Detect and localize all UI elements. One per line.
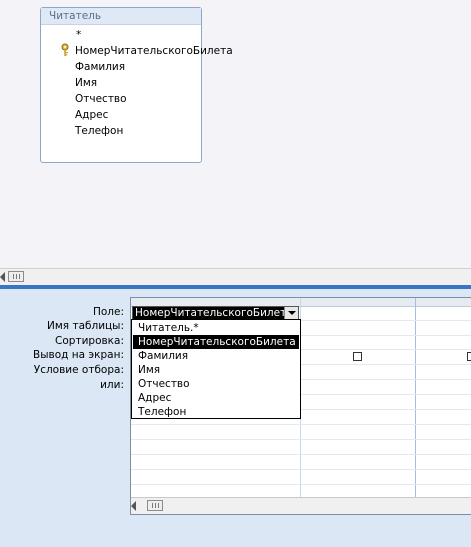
field-item-adres[interactable]: Адрес — [75, 107, 108, 123]
scroll-thumb[interactable] — [147, 500, 163, 511]
scroll-left-arrow-icon[interactable] — [0, 272, 5, 282]
field-item-familiya[interactable]: Фамилия — [75, 59, 125, 75]
scroll-thumb[interactable] — [8, 271, 24, 282]
table-field-list-chitatel[interactable]: Читатель * НомерЧитательскогоБилета Фами… — [40, 7, 233, 163]
row-label-sort: Сортировка: — [55, 335, 124, 347]
row-label-field: Поле: — [92, 306, 124, 318]
scroll-left-arrow-icon[interactable] — [131, 501, 136, 511]
dropdown-option[interactable]: Читатель.* — [133, 321, 299, 335]
grid-horizontal-scrollbar[interactable] — [131, 497, 471, 514]
field-item-nomer-chitatelskogo-bileta[interactable]: НомерЧитательскогоБилета — [75, 43, 233, 59]
show-checkbox-col2[interactable] — [353, 352, 362, 361]
dropdown-option[interactable]: Фамилия — [133, 349, 299, 363]
column-divider — [415, 298, 416, 498]
row-label-criteria: Условие отбора: — [33, 364, 124, 376]
field-combobox-value: НомерЧитательскогоБилета — [135, 307, 293, 319]
query-design-pane: Читатель * НомерЧитательскогоБилета Фами… — [0, 0, 471, 268]
field-item-all[interactable]: * — [76, 27, 81, 43]
table-title[interactable]: Читатель — [41, 8, 201, 25]
field-combobox[interactable]: НомерЧитательскогоБилета — [132, 306, 299, 320]
show-checkbox-col3[interactable] — [467, 352, 471, 361]
field-dropdown-list[interactable]: Читатель.* НомерЧитательскогоБилета Фами… — [131, 319, 301, 419]
top-horizontal-scrollbar[interactable] — [0, 268, 471, 285]
row-label-show: Вывод на экран: — [33, 349, 124, 361]
dropdown-option[interactable]: Адрес — [133, 391, 299, 405]
key-icon — [61, 43, 69, 56]
field-item-otchestvo[interactable]: Отчество — [75, 91, 127, 107]
chevron-down-icon[interactable] — [284, 307, 298, 319]
dropdown-option[interactable]: Имя — [133, 363, 299, 377]
dropdown-option[interactable]: Отчество — [133, 377, 299, 391]
dropdown-option[interactable]: Телефон — [133, 405, 299, 419]
field-item-imya[interactable]: Имя — [75, 75, 97, 91]
dropdown-option-selected[interactable]: НомерЧитательскогоБилета — [133, 335, 299, 349]
field-item-telefon[interactable]: Телефон — [75, 123, 123, 139]
row-label-table-name: Имя таблицы: — [47, 320, 124, 332]
row-label-or: или: — [100, 379, 124, 391]
